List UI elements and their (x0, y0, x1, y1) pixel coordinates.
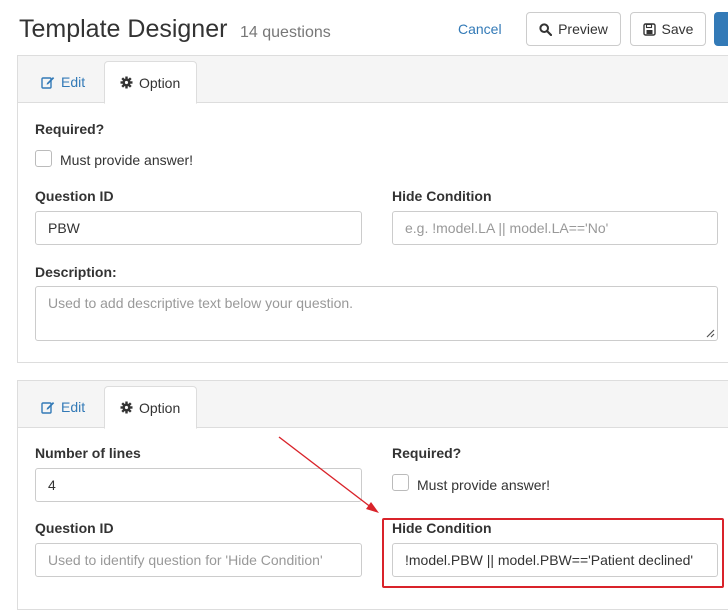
annotation-arrow-icon (278, 436, 379, 513)
